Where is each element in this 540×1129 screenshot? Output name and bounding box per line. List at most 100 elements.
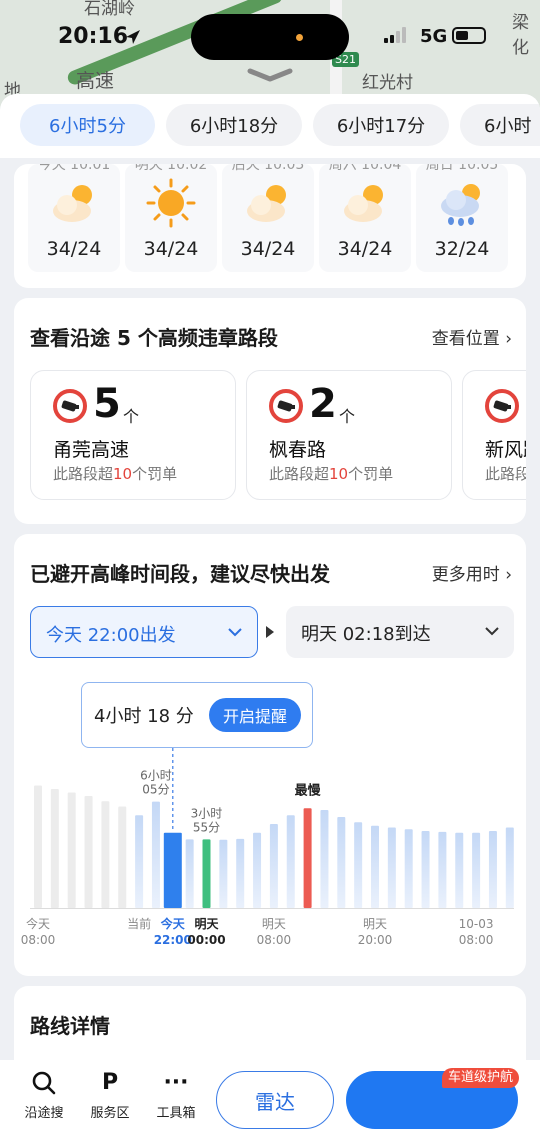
chart-bar bbox=[34, 785, 42, 908]
violation-road-card[interactable]: 5 个 甬莞高速 此路段超10个罚单 bbox=[30, 370, 236, 500]
chart-bar bbox=[67, 792, 76, 908]
chart-bar bbox=[371, 825, 379, 908]
chart-x-tick: 10-03 bbox=[459, 917, 494, 931]
depart-time-select[interactable]: 今天 22:00出发 bbox=[30, 606, 258, 658]
location-arrow-icon bbox=[126, 30, 140, 44]
lane-guard-badge: 车道级护航 bbox=[442, 1068, 520, 1088]
chart-x-tick: 当前 bbox=[127, 916, 151, 931]
camera-prohibited-icon bbox=[485, 389, 519, 423]
partly-cloudy-icon bbox=[53, 185, 92, 222]
chart-bar bbox=[269, 824, 278, 908]
chart-bar bbox=[236, 838, 245, 908]
tab-route-3[interactable]: 6小时17分 bbox=[313, 104, 449, 146]
chart-bar bbox=[219, 839, 228, 908]
chart-bar bbox=[404, 829, 413, 908]
search-icon bbox=[32, 1071, 56, 1095]
map-label: 红光村 bbox=[362, 73, 413, 93]
partly-cloudy-icon bbox=[247, 185, 286, 222]
more-dots-icon: ··· bbox=[163, 1070, 189, 1095]
battery-icon bbox=[452, 27, 486, 44]
chart-bar bbox=[50, 789, 59, 908]
route-panel: 6小时5分 6小时18分 6小时17分 6小时 今天 10.01 34/24 明… bbox=[0, 94, 540, 1129]
chart-x-tick: 08:00 bbox=[257, 933, 292, 947]
chart-bar bbox=[101, 801, 110, 908]
chart-bar bbox=[151, 801, 160, 908]
chart-x-tick: 20:00 bbox=[358, 933, 393, 947]
chart-bar-slowest bbox=[303, 808, 312, 908]
chart-bar bbox=[253, 832, 262, 908]
view-location-link[interactable]: 查看位置 › bbox=[432, 324, 512, 349]
departure-title: 已避开高峰时间段，建议尽快出发 bbox=[30, 562, 330, 586]
chart-bar bbox=[387, 827, 396, 908]
partly-cloudy-icon bbox=[344, 185, 383, 222]
tab-route-4[interactable]: 6小时 bbox=[460, 104, 540, 146]
weather-day[interactable]: 今天 10.01 34/24 bbox=[28, 164, 120, 272]
route-tabs: 6小时5分 6小时18分 6小时17分 6小时 bbox=[0, 94, 540, 158]
chevron-down-icon[interactable] bbox=[246, 68, 294, 82]
service-area-button[interactable]: P 服务区 bbox=[80, 1070, 140, 1121]
chart-bar bbox=[488, 831, 497, 908]
chevron-right-icon: › bbox=[505, 565, 512, 585]
chevron-right-icon: › bbox=[505, 329, 512, 349]
weather-day[interactable]: 周六 10.04 34/24 bbox=[319, 164, 411, 272]
arrive-time-select[interactable]: 明天 02:18到达 bbox=[286, 606, 514, 658]
chart-annotation: 05分 bbox=[142, 783, 169, 797]
more-times-link[interactable]: 更多用时 › bbox=[432, 560, 512, 585]
toolbox-button[interactable]: ··· 工具箱 bbox=[146, 1070, 206, 1121]
camera-prohibited-icon bbox=[53, 389, 87, 423]
signal-icon bbox=[384, 27, 410, 43]
duration-tooltip: 4小时 18 分 开启提醒 bbox=[81, 682, 313, 748]
route-details-title: 路线详情 bbox=[30, 1014, 110, 1038]
weather-day[interactable]: 明天 10.02 34/24 bbox=[125, 164, 217, 272]
tab-route-2[interactable]: 6小时18分 bbox=[166, 104, 302, 146]
chart-bar bbox=[84, 796, 93, 908]
chart-bar bbox=[118, 806, 127, 908]
tooltip-duration: 4小时 18 分 bbox=[94, 706, 194, 727]
radar-button[interactable]: 雷达 bbox=[216, 1071, 334, 1129]
arrow-right-icon bbox=[266, 626, 274, 638]
chart-bar bbox=[354, 822, 363, 908]
chevron-down-icon bbox=[228, 628, 242, 637]
rain-cloud-icon bbox=[441, 184, 480, 226]
chart-x-tick: 明天 bbox=[194, 917, 219, 931]
chart-x-tick: 今天 bbox=[26, 916, 50, 931]
departure-time-chart[interactable]: 6小时05分3小时55分最慢今天08:00当前 今天22:00明天00:00明天0… bbox=[14, 748, 526, 974]
chart-bar bbox=[135, 815, 144, 908]
parking-icon: P bbox=[101, 1070, 119, 1095]
chart-bar bbox=[455, 832, 464, 908]
violation-card: 查看沿途 5 个高频违章路段 查看位置 › 5 个 甬莞高速 此路段超10个罚单… bbox=[14, 298, 526, 524]
violation-road-card[interactable]: 新风路 此路段 bbox=[462, 370, 526, 500]
sun-icon bbox=[146, 178, 196, 228]
chart-bar bbox=[438, 831, 447, 908]
departure-card: 已避开高峰时间段，建议尽快出发 更多用时 › 今天 22:00出发 明天 02:… bbox=[14, 534, 526, 976]
chart-annotation: 最慢 bbox=[295, 782, 322, 798]
chart-bar bbox=[286, 815, 295, 908]
chart-x-tick: 00:00 bbox=[187, 933, 225, 947]
dynamic-island bbox=[191, 14, 349, 60]
chart-bar bbox=[185, 839, 194, 908]
map-label: 高速 bbox=[76, 70, 115, 92]
chart-bar bbox=[505, 827, 514, 908]
violation-title: 查看沿途 5 个高频违章路段 bbox=[30, 326, 278, 350]
network-type: 5G bbox=[420, 26, 448, 47]
weather-day[interactable]: 周日 10.05 32/24 bbox=[416, 164, 508, 272]
chart-annotation: 55分 bbox=[193, 820, 220, 834]
chart-bar bbox=[472, 832, 481, 908]
chart-x-tick: 今天 bbox=[160, 916, 186, 931]
chart-x-tick: 明天 bbox=[262, 917, 286, 931]
chart-annotation: 3小时 bbox=[191, 806, 223, 820]
camera-prohibited-icon bbox=[269, 389, 303, 423]
chart-bar bbox=[337, 817, 346, 908]
weather-day[interactable]: 后天 10.03 34/24 bbox=[222, 164, 314, 272]
enable-reminder-button[interactable]: 开启提醒 bbox=[209, 698, 301, 732]
tab-route-1[interactable]: 6小时5分 bbox=[20, 104, 155, 146]
status-bar: 20:16 5G bbox=[0, 0, 540, 70]
violation-road-card[interactable]: 2 个 枫春路 此路段超10个罚单 bbox=[246, 370, 452, 500]
chart-x-tick: 08:00 bbox=[21, 933, 56, 947]
chart-bar-fastest bbox=[202, 839, 211, 908]
chart-x-tick: 22:00 bbox=[154, 933, 192, 947]
chart-bar bbox=[421, 831, 430, 908]
weather-card: 今天 10.01 34/24 明天 10.02 34/24 后天 10.03 3… bbox=[14, 164, 526, 288]
chart-bar-selected bbox=[163, 832, 182, 908]
search-along-button[interactable]: 沿途搜 bbox=[14, 1070, 74, 1121]
